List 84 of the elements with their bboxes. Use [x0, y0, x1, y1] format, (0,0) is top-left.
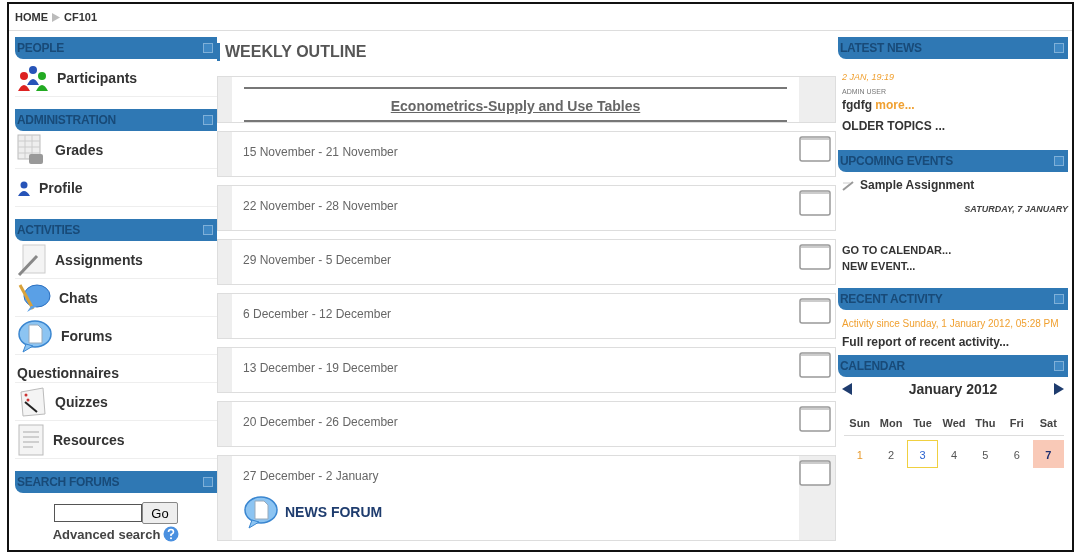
week-dates: 6 December - 12 December	[243, 307, 393, 321]
people-icon	[17, 64, 49, 91]
calendar-day[interactable]: 7	[1032, 440, 1064, 468]
weekday-label: Tue	[906, 417, 939, 436]
go-button[interactable]: Go	[142, 502, 178, 524]
week-dates: 13 December - 19 December	[243, 361, 399, 375]
weekday-label: Sun	[844, 417, 876, 436]
calendar-day[interactable]: 2	[875, 440, 907, 468]
collapse-icon[interactable]	[203, 43, 213, 53]
week-dates: 27 December - 2 January	[243, 469, 380, 483]
collapse-icon[interactable]	[203, 477, 213, 487]
side-strip	[799, 77, 835, 122]
block-title: UPCOMING EVENTS	[840, 154, 953, 168]
calendar-day[interactable]: 3	[906, 440, 939, 468]
block-title: LATEST NEWS	[840, 41, 922, 55]
calendar-day[interactable]: 4	[938, 440, 970, 468]
nav-link[interactable]: Grades	[55, 141, 104, 158]
nav-link[interactable]: Questionnaires	[17, 365, 119, 381]
nav-link[interactable]: Quizzes	[55, 393, 108, 410]
weekday-label: Mon	[875, 417, 907, 436]
section-heading: WEEKLY OUTLINE	[217, 43, 367, 61]
previous-month-icon[interactable]	[842, 383, 852, 395]
month-title: January 2012	[908, 381, 998, 397]
course-title-link[interactable]: Econometrics-Supply and Use Tables	[244, 89, 787, 120]
next-month-icon[interactable]	[1054, 383, 1064, 395]
square-icon[interactable]	[799, 190, 831, 216]
week-dates: 29 November - 5 December	[243, 253, 393, 267]
forum-bubble-icon	[243, 495, 279, 529]
activity-since: Activity since Sunday, 1 January 2012, 05:28 PM	[842, 317, 1060, 331]
square-icon[interactable]	[799, 406, 831, 432]
calendar-day[interactable]: 5	[969, 440, 1002, 468]
block-title: ADMINISTRATION	[17, 113, 116, 127]
calendar-link[interactable]: GO TO CALENDAR...	[842, 244, 952, 256]
forum-bubble-icon	[17, 318, 53, 353]
search-field[interactable]	[54, 504, 143, 522]
square-icon[interactable]	[799, 460, 831, 486]
weekday-label: Sat	[1032, 417, 1064, 436]
nav-link[interactable]: Assignments	[55, 251, 143, 268]
collapse-icon[interactable]	[203, 225, 213, 235]
nav-link[interactable]: Forums	[61, 327, 113, 344]
nav-link[interactable]: Participants	[57, 69, 138, 86]
event-date: SATURDAY, 7 JANUARY	[963, 204, 1068, 214]
block-title: RECENT ACTIVITY	[840, 292, 943, 306]
news-text: fgdfg	[842, 98, 872, 112]
week-dates: 15 November - 21 November	[243, 145, 399, 159]
collapse-icon[interactable]	[1054, 156, 1064, 166]
activity-link[interactable]: NEWS FORUM	[285, 504, 383, 520]
collapse-icon[interactable]	[1054, 43, 1064, 53]
block-title: PEOPLE	[17, 41, 64, 55]
block-title: CALENDAR	[840, 359, 905, 373]
event-link[interactable]: Sample Assignment	[860, 178, 975, 192]
nav-link[interactable]: Profile	[39, 179, 83, 196]
help-icon[interactable]	[163, 526, 180, 542]
nav-link[interactable]: Chats	[59, 289, 98, 306]
pencil-paper-icon	[17, 243, 47, 276]
collapse-icon[interactable]	[1054, 361, 1064, 371]
square-icon[interactable]	[799, 298, 831, 324]
square-icon[interactable]	[799, 136, 831, 162]
weekday-label: Wed	[938, 417, 970, 436]
breadcrumb-link[interactable]: HOME	[15, 11, 48, 23]
news-date: 2 JAN, 19:19	[842, 72, 896, 82]
breadcrumb-link[interactable]: CF101	[64, 11, 98, 23]
chat-bubble-icon	[17, 282, 51, 313]
full-report-link[interactable]: Full report of recent activity...	[842, 335, 1010, 349]
weekday-label: Fri	[1001, 417, 1033, 436]
pencil-icon	[842, 179, 854, 191]
calendar-day[interactable]: 6	[1001, 440, 1033, 468]
person-icon	[17, 179, 31, 196]
calendar-link[interactable]: NEW EVENT...	[842, 260, 916, 272]
week-dates: 20 December - 26 December	[243, 415, 399, 429]
older-topics-link[interactable]: OLDER TOPICS ...	[842, 119, 946, 133]
advanced-search-link[interactable]: Advanced search	[52, 526, 161, 542]
nav-link[interactable]: Resources	[53, 431, 125, 448]
separator-icon	[52, 12, 60, 22]
document-icon	[17, 423, 45, 456]
weekday-label: Thu	[969, 417, 1002, 436]
square-icon[interactable]	[799, 244, 831, 270]
week-dates: 22 November - 28 November	[243, 199, 399, 213]
block-title: SEARCH FORUMS	[17, 475, 120, 489]
block-title: ACTIVITIES	[17, 223, 80, 237]
collapse-icon[interactable]	[1054, 294, 1064, 304]
quiz-paper-icon	[17, 385, 47, 418]
collapse-icon[interactable]	[203, 115, 213, 125]
square-icon[interactable]	[799, 352, 831, 378]
